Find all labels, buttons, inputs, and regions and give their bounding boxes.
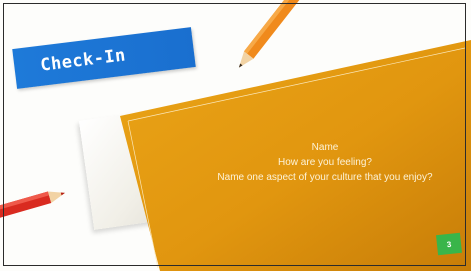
presentation-slide: Check-In Name How are you feeling? Name … (0, 0, 471, 271)
slide-border (3, 3, 466, 266)
